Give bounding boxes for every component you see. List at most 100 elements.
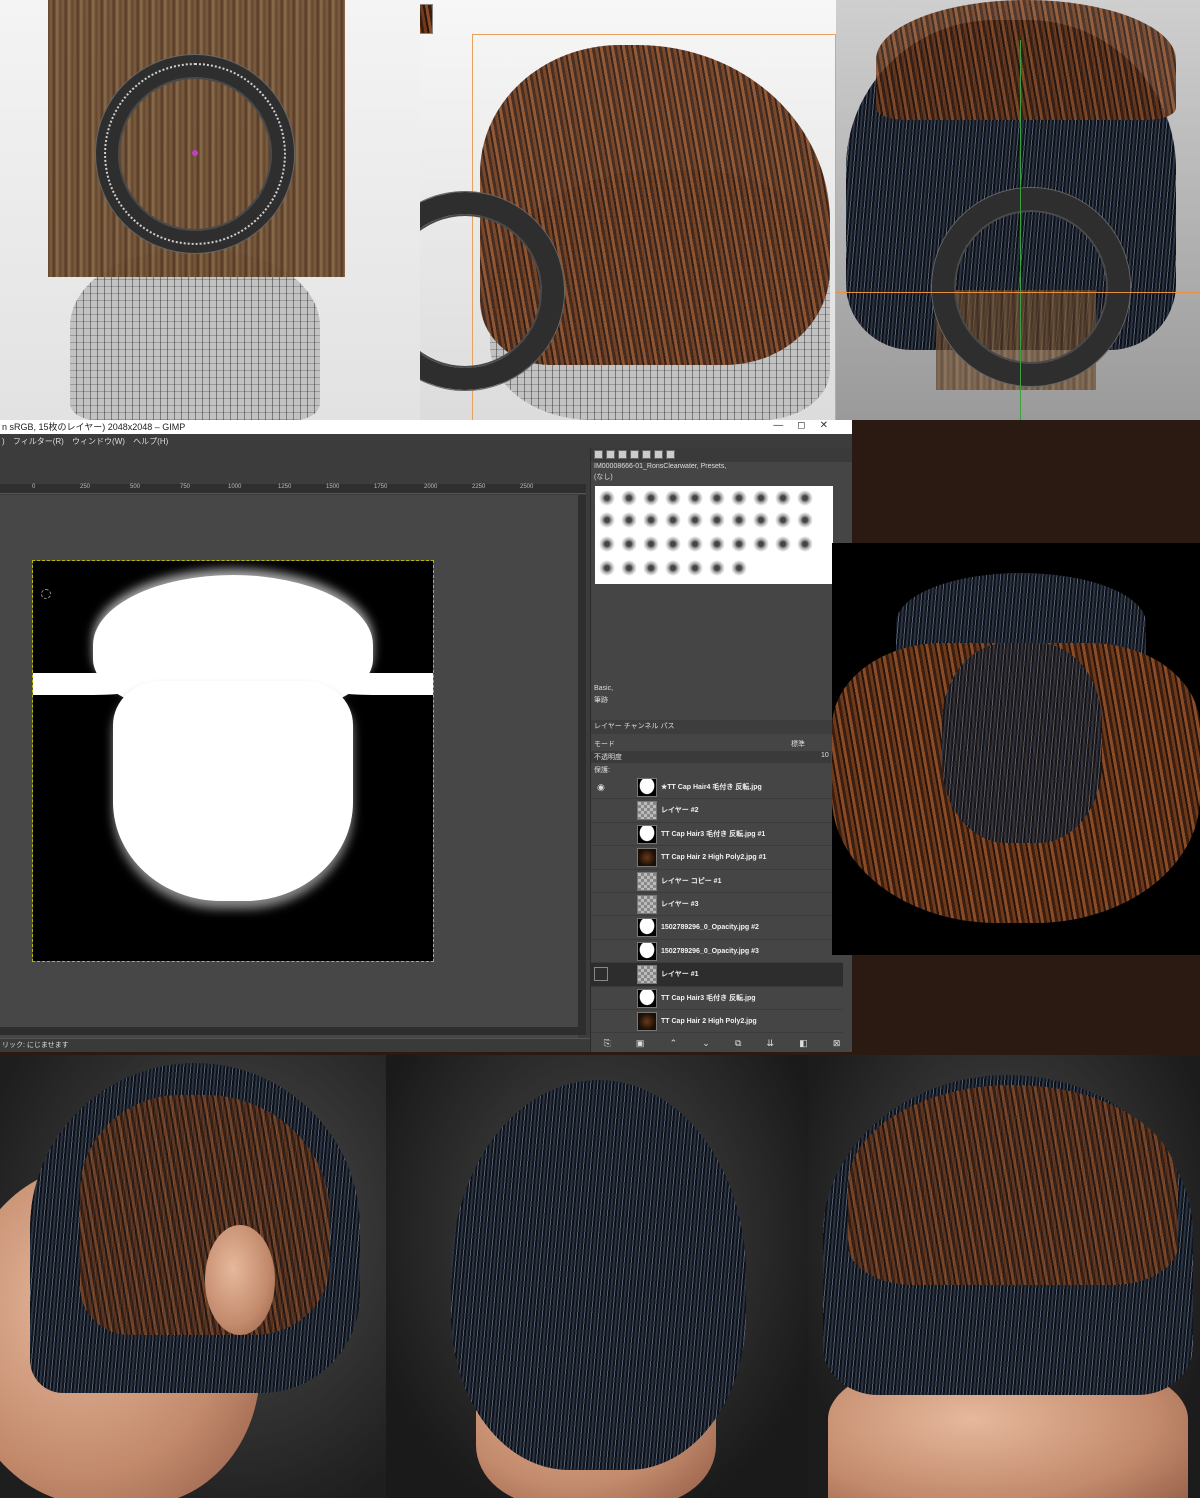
brush-swatch[interactable]	[731, 536, 747, 552]
delete-layer-icon[interactable]: ⊠	[833, 1038, 841, 1052]
layer-name[interactable]: TT Cap Hair 2 High Poly2.jpg	[661, 1010, 757, 1033]
brush-swatch[interactable]	[797, 490, 813, 506]
viewport-front-wood[interactable]	[0, 0, 420, 420]
layer-name[interactable]: 1502789296_0_Opacity.jpg #3	[661, 940, 759, 963]
brush-swatch[interactable]	[643, 490, 659, 506]
radial-tool-menu-3[interactable]	[932, 188, 1130, 386]
duplicate-layer-icon[interactable]: ⧉	[735, 1038, 741, 1052]
layer-row[interactable]: レイヤー #3	[591, 893, 843, 917]
pattern-tab-icon[interactable]	[606, 450, 615, 459]
brush-grid[interactable]	[595, 486, 833, 584]
viewport-top-hair[interactable]	[836, 0, 1200, 420]
layer-row[interactable]: TT Cap Hair3 毛付き 反転.jpg	[591, 987, 843, 1010]
brush-swatch[interactable]	[775, 512, 791, 528]
brush-swatch[interactable]	[621, 536, 637, 552]
brush-swatch[interactable]	[687, 536, 703, 552]
brush-swatch[interactable]	[621, 490, 637, 506]
layer-actions-bar[interactable]: ⎘ ▣ ⌃ ⌄ ⧉ ⇊ ◧ ⊠	[591, 1038, 852, 1052]
layer-name[interactable]: 1502789296_0_Opacity.jpg #2	[661, 916, 759, 939]
layers-tab-bar[interactable]: レイヤー チャンネル パス	[591, 720, 852, 734]
layer-name[interactable]: レイヤー #2	[661, 799, 699, 822]
layer-name[interactable]: レイヤー #3	[661, 893, 699, 916]
brush-swatch[interactable]	[687, 490, 703, 506]
brush-swatch[interactable]	[599, 490, 615, 506]
brush-swatch[interactable]	[665, 560, 681, 576]
horizontal-scrollbar[interactable]	[0, 1027, 578, 1035]
palette-tab-icon[interactable]	[654, 450, 663, 459]
brush-swatch[interactable]	[665, 512, 681, 528]
layer-row-active[interactable]: レイヤー #1	[591, 963, 843, 987]
tool-tab-icon[interactable]	[642, 450, 651, 459]
brush-swatch[interactable]	[797, 536, 813, 552]
brush-swatch[interactable]	[753, 536, 769, 552]
brush-swatch[interactable]	[753, 512, 769, 528]
brush-swatch[interactable]	[753, 490, 769, 506]
brush-tag[interactable]: 筆跡	[591, 694, 611, 706]
image-canvas-area[interactable]	[0, 495, 578, 1039]
merge-down-icon[interactable]: ⇊	[767, 1038, 775, 1052]
maximize-icon[interactable]: ◻	[797, 420, 819, 431]
mode-select[interactable]: 標準	[791, 739, 805, 749]
font-tab-icon[interactable]	[618, 450, 627, 459]
brush-swatch[interactable]	[709, 560, 725, 576]
hair-thumbnail[interactable]	[420, 4, 433, 34]
brush-swatch[interactable]	[731, 490, 747, 506]
close-icon[interactable]: ✕	[820, 420, 842, 431]
brush-swatch[interactable]	[731, 560, 747, 576]
brush-swatch[interactable]	[709, 490, 725, 506]
brush-swatch[interactable]	[709, 536, 725, 552]
layer-name[interactable]: レイヤー コピー #1	[661, 870, 721, 893]
brush-swatch[interactable]	[665, 490, 681, 506]
brush-swatch[interactable]	[687, 560, 703, 576]
new-layer-icon[interactable]: ⎘	[604, 1038, 611, 1052]
brush-swatch[interactable]	[775, 490, 791, 506]
menu-items[interactable]: ) フィルター(R) ウィンドウ(W) ヘルプ(H)	[2, 437, 168, 446]
mode-row[interactable]: モード 標準	[591, 738, 831, 750]
layer-mask-icon[interactable]: ◧	[799, 1038, 808, 1052]
opacity-value[interactable]: 10	[821, 752, 829, 759]
lower-layer-icon[interactable]: ⌄	[702, 1038, 710, 1052]
brush-preset-label[interactable]: IM00008666-01_RonsClearwater, Presets,	[591, 462, 852, 471]
layer-name[interactable]: ★TT Cap Hair4 毛付き 反転.jpg	[661, 776, 762, 799]
brush-swatch[interactable]	[621, 512, 637, 528]
raise-layer-icon[interactable]: ⌃	[670, 1038, 678, 1052]
lock-row[interactable]: 保護:	[591, 764, 613, 776]
viewport-side-hair[interactable]	[420, 0, 836, 420]
minimize-icon[interactable]: —	[773, 420, 797, 431]
visibility-box[interactable]	[594, 967, 608, 982]
layer-row[interactable]: TT Cap Hair3 毛付き 反転.jpg #1	[591, 823, 843, 847]
brush-swatch[interactable]	[687, 512, 703, 528]
layer-row[interactable]: TT Cap Hair 2 High Poly2.jpg #1	[591, 846, 843, 870]
layers-tabs-text[interactable]: レイヤー チャンネル パス	[594, 723, 674, 730]
layer-row[interactable]: ◉ ★TT Cap Hair4 毛付き 反転.jpg	[591, 776, 843, 800]
menu-bar[interactable]: ) フィルター(R) ウィンドウ(W) ヘルプ(H)	[0, 434, 590, 450]
eye-icon[interactable]: ◉	[597, 782, 605, 793]
brush-swatch[interactable]	[599, 560, 615, 576]
right-dock[interactable]: IM00008666-01_RonsClearwater, Presets, (…	[590, 448, 852, 1052]
brush-swatch[interactable]	[621, 560, 637, 576]
brush-swatch[interactable]	[599, 536, 615, 552]
layer-row[interactable]: 1502789296_0_Opacity.jpg #3	[591, 940, 843, 964]
brush-tab-icon[interactable]	[594, 450, 603, 459]
window-controls[interactable]: —◻✕	[773, 420, 842, 431]
new-group-icon[interactable]: ▣	[636, 1038, 645, 1052]
brush-swatch[interactable]	[599, 512, 615, 528]
brush-swatch[interactable]	[709, 512, 725, 528]
brush-swatch[interactable]	[665, 536, 681, 552]
dock-tab-bar[interactable]	[591, 448, 852, 462]
layer-row[interactable]: TT Cap Hair 2 High Poly2.jpg	[591, 1010, 843, 1034]
brush-swatch[interactable]	[731, 512, 747, 528]
brush-swatch[interactable]	[643, 536, 659, 552]
vertical-scrollbar[interactable]	[578, 495, 586, 1035]
brush-swatch[interactable]	[643, 512, 659, 528]
paintbrush-tab-icon[interactable]	[666, 450, 675, 459]
brush-swatch[interactable]	[643, 560, 659, 576]
brush-swatch[interactable]	[775, 536, 791, 552]
layer-name[interactable]: レイヤー #1	[661, 963, 699, 986]
gradient-tab-icon[interactable]	[630, 450, 639, 459]
layer-name[interactable]: TT Cap Hair3 毛付き 反転.jpg	[661, 987, 756, 1010]
layer-name[interactable]: TT Cap Hair 2 High Poly2.jpg #1	[661, 846, 766, 869]
layer-row[interactable]: レイヤー #2	[591, 799, 843, 823]
brush-swatch[interactable]	[797, 512, 813, 528]
layer-list[interactable]: ◉ ★TT Cap Hair4 毛付き 反転.jpg レイヤー #2 TT Ca…	[591, 776, 843, 1034]
